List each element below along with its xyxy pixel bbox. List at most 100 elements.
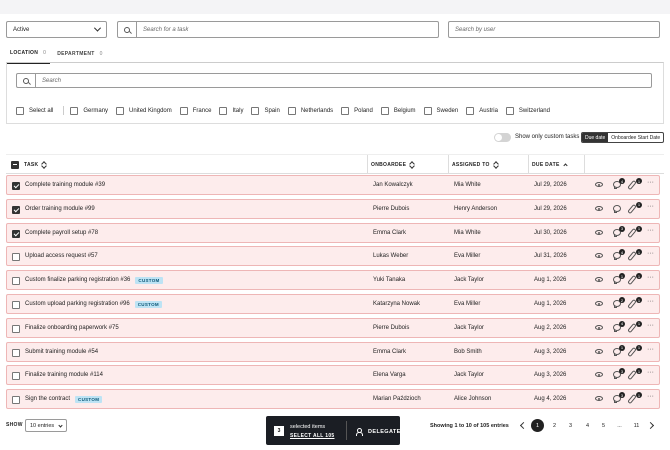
eye-icon[interactable] xyxy=(595,324,603,330)
select-all-checkbox[interactable]: Select all xyxy=(16,106,53,115)
checkbox[interactable] xyxy=(70,106,79,115)
page-button[interactable]: 5 xyxy=(597,419,610,432)
country-checkbox[interactable]: France xyxy=(179,106,211,115)
select-all-link[interactable]: SELECT ALL 105 xyxy=(290,433,335,439)
page-button[interactable]: 11 xyxy=(630,419,643,432)
more-options-icon[interactable]: ··· xyxy=(647,250,654,257)
eye-icon[interactable] xyxy=(595,182,603,187)
tab-count: 0 xyxy=(43,50,47,56)
custom-tasks-toggle[interactable] xyxy=(494,133,511,142)
country-checkbox[interactable]: Switzerland xyxy=(505,106,550,115)
country-checkbox[interactable]: United Kingdom xyxy=(116,106,172,115)
column-header-due-date[interactable]: DUE DATE xyxy=(532,155,568,174)
checkbox[interactable] xyxy=(341,106,350,115)
checkbox-label: Spain xyxy=(264,107,280,114)
column-header-task[interactable]: TASK xyxy=(24,155,46,174)
more-options-icon[interactable]: ··· xyxy=(647,346,654,353)
table-row[interactable]: Complete payroll setup #78 Emma Clark Mia … xyxy=(6,222,660,243)
row-checkbox[interactable] xyxy=(12,301,20,309)
next-page-icon[interactable] xyxy=(646,421,655,430)
task-search-input[interactable]: Search for a task xyxy=(117,21,439,38)
country-checkbox[interactable]: Sweden xyxy=(423,106,458,115)
more-options-icon[interactable]: ··· xyxy=(647,227,654,234)
checkbox[interactable] xyxy=(179,106,188,115)
checkbox[interactable] xyxy=(380,106,389,115)
row-checkbox[interactable] xyxy=(12,348,20,357)
checkbox[interactable] xyxy=(287,106,296,115)
eye-icon[interactable] xyxy=(595,205,603,211)
entries-select[interactable]: 10 entries xyxy=(25,419,67,432)
country-checkbox[interactable]: Netherlands xyxy=(287,106,334,115)
checkbox[interactable] xyxy=(505,106,514,115)
country-checkbox[interactable]: Poland xyxy=(341,106,373,115)
eye-icon[interactable] xyxy=(595,396,603,402)
comment-icon[interactable] xyxy=(613,204,621,213)
delegate-button[interactable]: DELEGATE xyxy=(356,428,401,436)
task-name: Custom finalize parking registration #36 xyxy=(25,277,131,284)
eye-icon[interactable] xyxy=(595,229,603,235)
onboardee-cell: Pierre Dubois xyxy=(373,205,410,212)
column-header-onboardee[interactable]: ONBOARDEE xyxy=(371,155,414,174)
assigned-cell: Jack Taylor xyxy=(454,372,484,379)
eye-icon[interactable] xyxy=(595,301,603,306)
checkbox[interactable] xyxy=(466,106,475,115)
more-options-icon[interactable]: ··· xyxy=(647,322,654,329)
page-button[interactable]: 2 xyxy=(548,419,561,432)
select-all-rows-checkbox[interactable] xyxy=(11,161,19,169)
due-date-option[interactable]: Due date xyxy=(582,133,609,142)
eye-icon[interactable] xyxy=(595,348,603,354)
row-checkbox[interactable] xyxy=(12,372,20,381)
row-checkbox[interactable] xyxy=(12,205,20,214)
eye-icon[interactable] xyxy=(595,277,603,283)
entries-value: 10 entries xyxy=(30,422,55,429)
custom-badge: CUSTOM xyxy=(75,395,103,403)
custom-tasks-toggle-label: Show only custom tasks xyxy=(515,134,580,140)
checkbox[interactable] xyxy=(219,106,228,115)
more-options-icon[interactable]: ··· xyxy=(647,369,654,376)
country-checkbox[interactable]: Austria xyxy=(466,106,498,115)
comment-count-badge: 3 xyxy=(619,368,625,375)
more-options-icon[interactable]: ··· xyxy=(647,298,654,305)
more-options-icon[interactable]: ··· xyxy=(647,179,654,186)
row-checkbox[interactable] xyxy=(12,324,20,333)
table-row[interactable]: Submit training module #54 Emma Clark Bob … xyxy=(6,341,660,362)
checkbox-label: Netherlands xyxy=(300,107,334,114)
table-row[interactable]: Order training module #99 Pierre Dubois He… xyxy=(6,198,660,219)
table-row[interactable]: Custom upload parking registration #96 CU… xyxy=(6,294,660,314)
row-checkbox[interactable] xyxy=(12,253,20,262)
country-checkbox[interactable]: Belgium xyxy=(380,106,416,115)
row-checkbox[interactable] xyxy=(12,229,20,238)
row-checkbox[interactable] xyxy=(12,277,20,286)
onboardee-start-option[interactable]: Onboardee Start Date xyxy=(608,133,663,142)
country-checkbox[interactable]: Spain xyxy=(251,106,280,115)
column-header-assigned[interactable]: ASSIGNED TO xyxy=(452,155,498,174)
checkbox[interactable] xyxy=(16,106,24,115)
page-button[interactable]: 4 xyxy=(581,419,594,432)
checkbox[interactable] xyxy=(116,106,125,115)
checkbox[interactable] xyxy=(251,106,260,115)
location-search-input[interactable]: Search xyxy=(16,73,652,88)
more-options-icon[interactable]: ··· xyxy=(647,393,654,400)
row-checkbox[interactable] xyxy=(12,182,20,190)
prev-page-icon[interactable] xyxy=(519,421,528,430)
checkbox[interactable] xyxy=(423,106,432,115)
attachment-count-badge: 1 xyxy=(636,249,642,256)
eye-icon[interactable] xyxy=(595,253,603,259)
table-row[interactable]: Upload access request #57 Lukas Weber Eva … xyxy=(6,246,660,267)
eye-icon[interactable] xyxy=(595,372,603,378)
table-row[interactable]: Sign the contract CUSTOM Marian Paździoch A… xyxy=(6,389,660,410)
table-row[interactable]: Finalize training module #114 Elena Varga… xyxy=(6,365,660,386)
status-select[interactable]: Active xyxy=(6,21,107,38)
country-checkbox[interactable]: Italy xyxy=(219,106,243,115)
table-row[interactable]: Custom finalize parking registration #36… xyxy=(6,270,660,291)
table-row[interactable]: Finalize onboarding paperwork #75 Pierre … xyxy=(6,317,660,338)
page-button[interactable]: 1 xyxy=(531,419,544,432)
user-search-input[interactable]: Search by user xyxy=(448,21,660,38)
table-row[interactable]: Complete training module #39 Jan Kowalczy… xyxy=(6,175,660,195)
country-checkbox[interactable]: Germany xyxy=(70,106,108,115)
more-options-icon[interactable]: ··· xyxy=(647,203,654,210)
row-checkbox[interactable] xyxy=(12,396,20,405)
page-button[interactable]: 3 xyxy=(564,419,577,432)
more-options-icon[interactable]: ··· xyxy=(647,274,654,281)
comment-count-badge: 4 xyxy=(619,249,625,256)
